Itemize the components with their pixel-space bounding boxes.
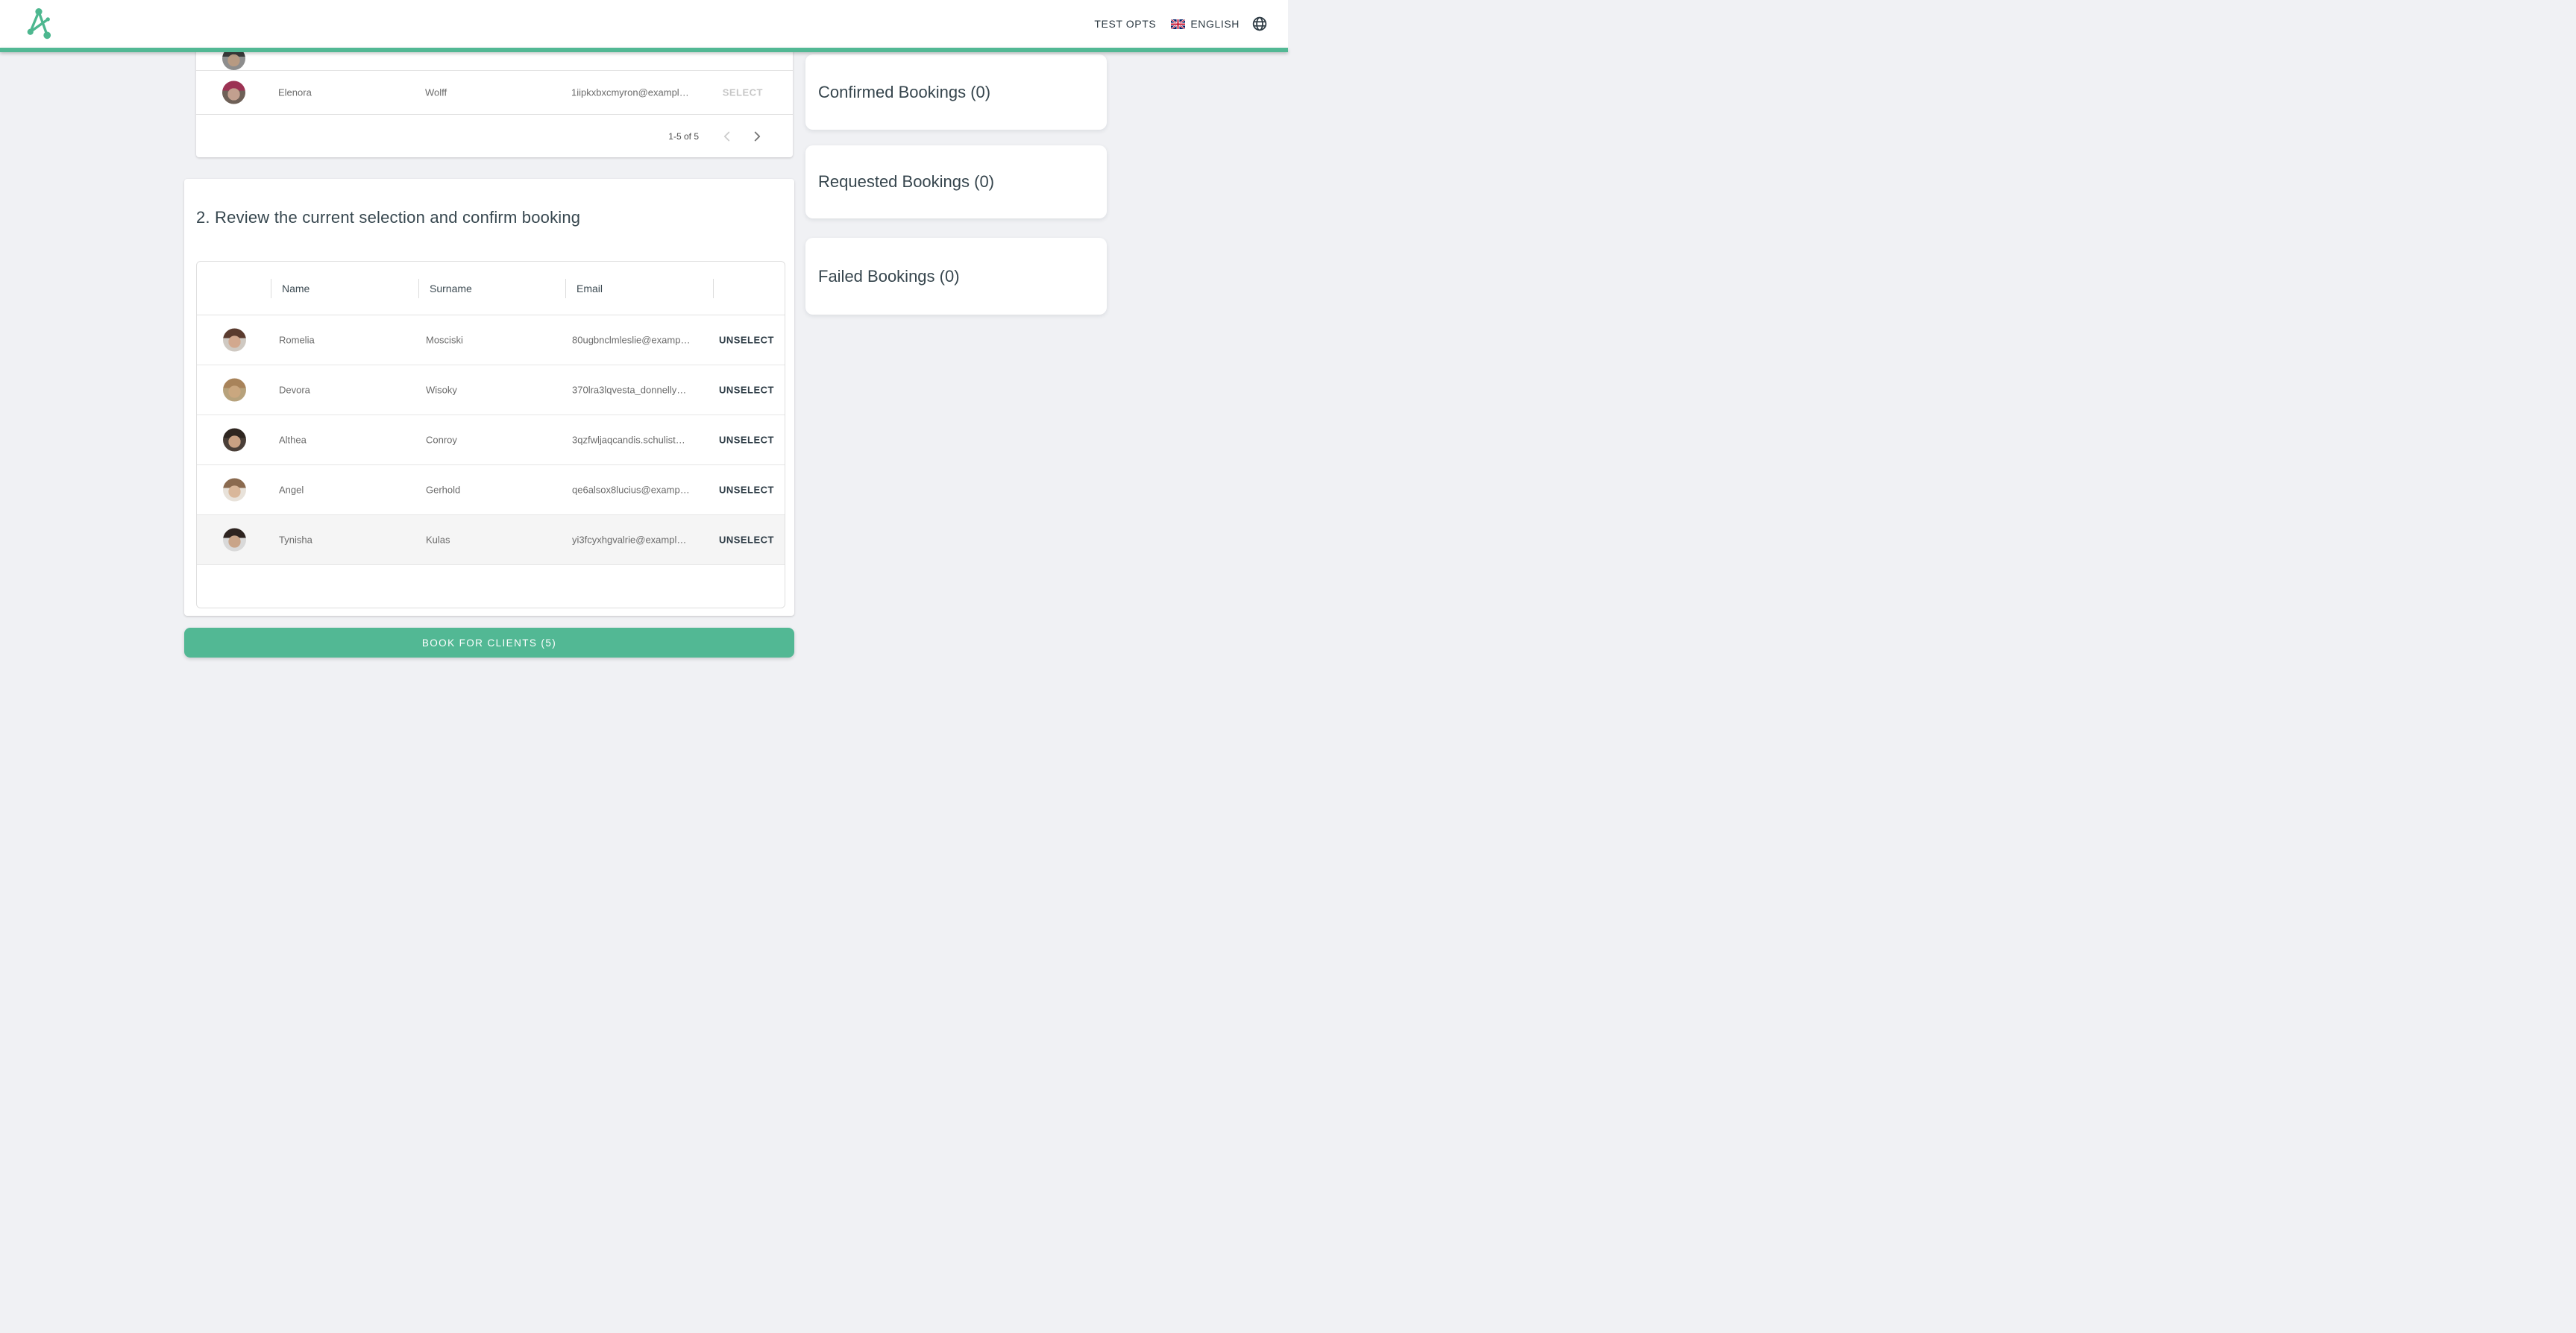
pagination-range-label: 1-5 of 5 <box>668 131 699 142</box>
chevron-left-icon[interactable] <box>718 127 736 145</box>
test-opts-button[interactable]: TEST OPTS <box>1094 18 1156 30</box>
pagination: 1-5 of 5 <box>196 115 793 157</box>
book-for-clients-button[interactable]: BOOK FOR CLIENTS (5) <box>184 628 794 658</box>
unselect-button[interactable]: UNSELECT <box>719 385 774 396</box>
unselect-button[interactable]: UNSELECT <box>719 535 774 546</box>
cell-surname: Conroy <box>426 435 457 446</box>
language-label: ENGLISH <box>1190 18 1240 30</box>
requested-bookings-card: Requested Bookings (0) <box>805 145 1107 218</box>
accent-bar <box>0 48 1288 52</box>
cell-email: qe6alsox8lucius@examp… <box>572 485 690 496</box>
cell-surname: Wolff <box>425 87 447 98</box>
avatar <box>223 429 246 452</box>
appbar-actions: TEST OPTS ENGLISH <box>1094 0 1268 48</box>
app-header: TEST OPTS ENGLISH <box>0 0 1288 48</box>
cell-surname: Gerhold <box>426 485 460 496</box>
confirmed-bookings-title: Confirmed Bookings (0) <box>818 83 990 102</box>
table-row: Devora Wisoky 370lra3lqvesta_donnelly… U… <box>197 365 785 415</box>
table-row: Elenora Wolff 1iipkxbxcmyron@exampl… SEL… <box>196 71 793 114</box>
language-selector[interactable]: ENGLISH <box>1171 18 1240 30</box>
avatar <box>223 329 246 352</box>
cell-name: Elenora <box>278 87 312 98</box>
chevron-right-icon[interactable] <box>748 127 766 145</box>
app-logo-icon[interactable] <box>27 7 52 41</box>
table-row: Althea Conroy 3qzfwljaqcandis.schulist… … <box>197 415 785 465</box>
cell-email: 370lra3lqvesta_donnelly… <box>572 385 686 396</box>
column-separator <box>565 279 566 298</box>
review-section-card: 2. Review the current selection and conf… <box>184 179 794 616</box>
cell-name: Romelia <box>279 335 315 346</box>
column-separator <box>418 279 419 298</box>
avatar <box>223 379 246 402</box>
cell-name: Tynisha <box>279 535 312 546</box>
confirmed-bookings-card: Confirmed Bookings (0) <box>805 54 1107 130</box>
table-header-row: Name Surname Email <box>197 262 785 315</box>
cell-email: 80ugbnclmleslie@examp… <box>572 335 690 346</box>
cell-email: 1iipkxbxcmyron@exampl… <box>571 87 689 98</box>
failed-bookings-title: Failed Bookings (0) <box>818 267 960 286</box>
avatar <box>223 529 246 552</box>
column-header-surname: Surname <box>430 283 472 294</box>
column-separator <box>713 279 714 298</box>
unselect-button[interactable]: UNSELECT <box>719 335 774 346</box>
table-footer <box>197 565 785 604</box>
column-header-email: Email <box>577 283 603 294</box>
cell-name: Althea <box>279 435 307 446</box>
cell-email: 3qzfwljaqcandis.schulist… <box>572 435 685 446</box>
column-header-name: Name <box>282 283 310 294</box>
cell-surname: Wisoky <box>426 385 457 396</box>
cell-name: Angel <box>279 485 304 496</box>
cell-surname: Mosciski <box>426 335 463 346</box>
cell-surname: Kulas <box>426 535 450 546</box>
table-row: Angel Gerhold qe6alsox8lucius@examp… UNS… <box>197 465 785 515</box>
unselect-button[interactable]: UNSELECT <box>719 485 774 496</box>
selected-clients-table: Name Surname Email Romelia Mosciski 80ug… <box>196 261 785 608</box>
unselect-button[interactable]: UNSELECT <box>719 435 774 446</box>
select-button[interactable]: SELECT <box>723 87 763 98</box>
table-row: Tynisha Kulas yi3fcyxhgvalrie@exampl… UN… <box>197 515 785 565</box>
requested-bookings-title: Requested Bookings (0) <box>818 172 994 192</box>
avatar <box>223 479 246 502</box>
cell-name: Devora <box>279 385 310 396</box>
failed-bookings-card: Failed Bookings (0) <box>805 238 1107 315</box>
avatar <box>222 81 245 104</box>
section-title: 2. Review the current selection and conf… <box>196 208 580 227</box>
cell-email: yi3fcyxhgvalrie@exampl… <box>572 535 686 546</box>
uk-flag-icon <box>1171 19 1185 29</box>
globe-icon[interactable] <box>1251 16 1268 32</box>
table-row: Romelia Mosciski 80ugbnclmleslie@examp… … <box>197 315 785 365</box>
